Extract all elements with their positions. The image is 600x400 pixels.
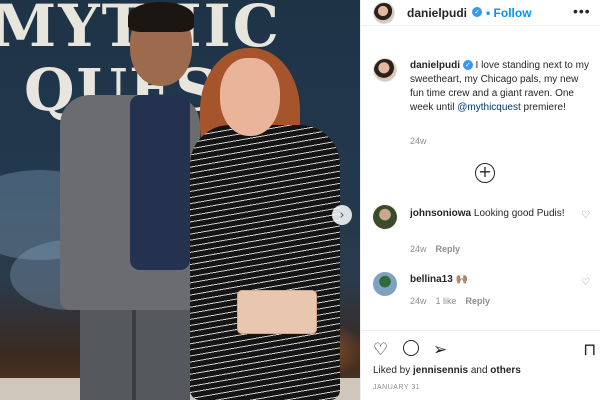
author-username[interactable]: danielpudi	[407, 6, 467, 20]
next-photo-button[interactable]: ›	[332, 205, 352, 225]
more-options-icon[interactable]: •••	[573, 3, 591, 19]
comment-text: Looking good Pudis!	[471, 208, 565, 219]
man-hair	[128, 2, 194, 32]
caption-username[interactable]: danielpudi	[410, 60, 460, 71]
caption-text-end: premiere!	[520, 102, 566, 113]
comment-meta: 24w 1 like Reply	[410, 296, 499, 306]
caption-timestamp[interactable]: 24w	[410, 136, 427, 146]
comment-like-heart-icon[interactable]: ♡	[581, 277, 590, 288]
follow-separator-dot: •	[486, 6, 491, 20]
woman-head	[220, 58, 280, 136]
author-avatar[interactable]	[373, 2, 395, 24]
comment-timestamp[interactable]: 24w	[410, 244, 427, 254]
verified-badge-icon: ✓	[462, 60, 473, 71]
caption-author-avatar[interactable]	[373, 58, 397, 82]
comment-item: johnsoniowa Looking good Pudis!	[410, 207, 570, 221]
post-photo[interactable]: MYTHIC QUEST ›	[0, 0, 360, 400]
reply-button[interactable]: Reply	[466, 296, 491, 306]
comment-meta: 24w Reply	[410, 244, 469, 254]
comment-item: bellina13 🙌🏽	[410, 273, 570, 287]
heart-icon[interactable]: ♡	[373, 340, 388, 360]
comment-likes-count[interactable]: 1 like	[436, 296, 457, 306]
reply-button[interactable]: Reply	[436, 244, 461, 254]
post-side-panel: danielpudi ✓ • Follow ••• danielpudi ✓ I…	[360, 0, 600, 400]
liked-by-others[interactable]: others	[490, 365, 521, 376]
man-leg-gap	[132, 300, 136, 400]
woman-dress	[190, 125, 340, 400]
follow-label: Follow	[493, 6, 532, 20]
commenter-avatar[interactable]	[373, 272, 397, 296]
liked-by-mid: and	[468, 365, 491, 376]
liked-by-prefix: Liked by	[373, 365, 414, 376]
post-date[interactable]: JANUARY 31	[373, 384, 420, 391]
man-shirt	[130, 95, 190, 270]
comment-username[interactable]: johnsoniowa	[410, 208, 471, 219]
post-header: danielpudi ✓ • Follow •••	[361, 0, 600, 26]
liked-by-user[interactable]: jennisennis	[413, 365, 468, 376]
post-caption: danielpudi ✓ I love standing next to my …	[410, 59, 590, 115]
load-more-comments-button[interactable]: +	[475, 163, 495, 183]
share-icon[interactable]: ➢	[433, 340, 447, 360]
clutch-bag	[237, 290, 317, 334]
comment-like-heart-icon[interactable]: ♡	[581, 210, 590, 221]
comment-text: 🙌🏽	[452, 274, 469, 285]
liked-by-line: Liked by jennisennis and others	[373, 365, 521, 376]
follow-button[interactable]: • Follow	[486, 6, 532, 20]
bookmark-icon[interactable]: ⊓	[583, 340, 596, 360]
comment-timestamp[interactable]: 24w	[410, 296, 427, 306]
caption-mention-link[interactable]: @mythicquest	[457, 102, 521, 113]
chevron-right-icon: ›	[339, 207, 345, 223]
verified-badge-icon: ✓	[472, 7, 482, 17]
comment-icon[interactable]	[403, 340, 419, 361]
post-actions-bar: ♡ ➢ ⊓ Liked by jennisennis and others JA…	[361, 330, 600, 400]
commenter-avatar[interactable]	[373, 205, 397, 229]
comment-username[interactable]: bellina13	[410, 274, 453, 285]
comment-bubble-shape	[403, 340, 419, 356]
